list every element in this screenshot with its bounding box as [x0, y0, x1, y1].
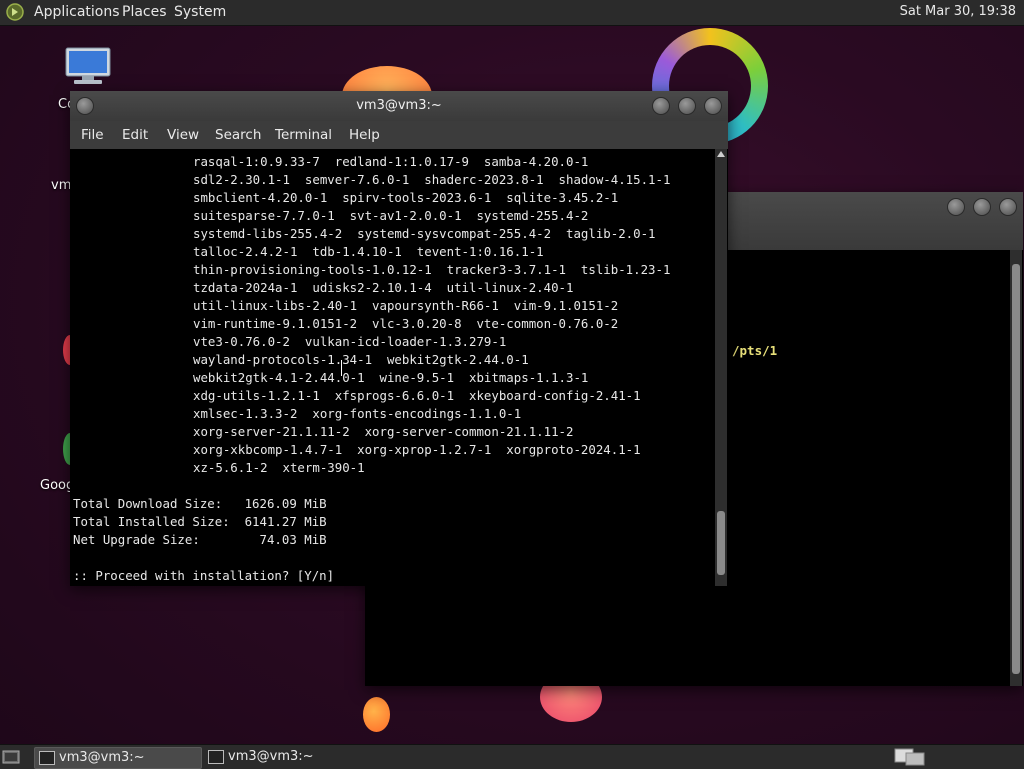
close-button[interactable]: [704, 97, 722, 115]
terminal-line: webkit2gtk-4.1-2.44.0-1 wine-9.5-1 xbitm…: [193, 370, 589, 385]
menu-terminal[interactable]: Terminal: [275, 127, 332, 143]
terminal-line: xmlsec-1.3.3-2 xorg-fonts-encodings-1.1.…: [193, 406, 522, 421]
terminal-line: tzdata-2024a-1 udisks2-2.10.1-4 util-lin…: [193, 280, 574, 295]
desktop-icon-label[interactable]: vm: [51, 178, 71, 193]
upgrade-size-line: Net Upgrade Size: 74.03 MiB: [73, 532, 327, 547]
wallpaper-blob: [363, 697, 390, 732]
show-desktop-icon[interactable]: [2, 748, 20, 765]
menu-places[interactable]: Places: [122, 4, 167, 20]
clock[interactable]: Sat Mar 30, 19:38: [900, 4, 1016, 19]
terminal-menubar: File Edit View Search Terminal Help: [70, 121, 728, 149]
terminal-line: xdg-utils-1.2.1-1 xfsprogs-6.6.0-1 xkeyb…: [193, 388, 641, 403]
computer-icon[interactable]: [64, 46, 112, 86]
minimize-button[interactable]: [947, 198, 965, 216]
terminal-line: vim-runtime-9.1.0151-2 vlc-3.0.20-8 vte-…: [193, 316, 619, 331]
menu-view[interactable]: View: [167, 127, 199, 143]
scrollbar-thumb[interactable]: [1012, 264, 1020, 674]
taskbar-item-active[interactable]: vm3@vm3:~: [34, 747, 202, 769]
minimize-button[interactable]: [652, 97, 670, 115]
menu-search[interactable]: Search: [215, 127, 261, 143]
scrollbar-thumb[interactable]: [717, 511, 725, 575]
terminal-line: sdl2-2.30.1-1 semver-7.6.0-1 shaderc-202…: [193, 172, 671, 187]
terminal-line: suitesparse-7.7.0-1 svt-av1-2.0.0-1 syst…: [193, 208, 589, 223]
maximize-button[interactable]: [973, 198, 991, 216]
scrollbar[interactable]: [1010, 250, 1022, 686]
terminal-line: thin-provisioning-tools-1.0.12-1 tracker…: [193, 262, 671, 277]
scrollbar[interactable]: [715, 149, 727, 586]
terminal-icon: [208, 750, 224, 764]
window-title: vm3@vm3:~: [356, 98, 442, 113]
menu-file[interactable]: File: [81, 127, 104, 143]
taskbar-item-label: vm3@vm3:~: [228, 749, 314, 764]
terminal-line: talloc-2.4.2-1 tdb-1.4.10-1 tevent-1:0.1…: [193, 244, 544, 259]
top-panel: Applications Places System Sat Mar 30, 1…: [0, 0, 1024, 26]
mouse-ibeam-cursor: [341, 360, 342, 376]
maximize-button[interactable]: [678, 97, 696, 115]
menu-system[interactable]: System: [174, 4, 226, 20]
workspace-switcher-icon[interactable]: [894, 748, 926, 766]
taskbar-item-label: vm3@vm3:~: [59, 750, 145, 765]
menu-edit[interactable]: Edit: [122, 127, 148, 143]
terminal-line: xorg-xkbcomp-1.4.7-1 xorg-xprop-1.2.7-1 …: [193, 442, 641, 457]
terminal-output[interactable]: rasqal-1:0.9.33-7 redland-1:1.0.17-9 sam…: [73, 152, 713, 582]
distro-logo-icon[interactable]: [6, 3, 24, 21]
terminal-line: wayland-protocols-1.34-1 webkit2gtk-2.44…: [193, 352, 529, 367]
terminal-line: xz-5.6.1-2 xterm-390-1: [193, 460, 365, 475]
terminal-text: /pts/1: [732, 343, 778, 358]
terminal-line: rasqal-1:0.9.33-7 redland-1:1.0.17-9 sam…: [193, 154, 589, 169]
terminal-line: xorg-server-21.1.11-2 xorg-server-common…: [193, 424, 574, 439]
window-titlebar[interactable]: vm3@vm3:~: [70, 91, 728, 121]
menu-applications[interactable]: Applications: [34, 4, 120, 20]
install-prompt: :: Proceed with installation? [Y/n]: [73, 568, 335, 582]
terminal-line: util-linux-libs-2.40-1 vapoursynth-R66-1…: [193, 298, 619, 313]
installed-size-line: Total Installed Size: 6141.27 MiB: [73, 514, 327, 529]
bottom-panel: vm3@vm3:~ vm3@vm3:~: [0, 744, 1024, 769]
taskbar-item[interactable]: vm3@vm3:~: [204, 747, 370, 767]
menu-help[interactable]: Help: [349, 127, 380, 143]
close-button[interactable]: [999, 198, 1017, 216]
terminal-icon: [39, 751, 55, 765]
terminal-line: vte3-0.76.0-2 vulkan-icd-loader-1.3.279-…: [193, 334, 507, 349]
terminal-line: smbclient-4.20.0-1 spirv-tools-2023.6-1 …: [193, 190, 619, 205]
download-size-line: Total Download Size: 1626.09 MiB: [73, 496, 327, 511]
scroll-up-arrow-icon[interactable]: [717, 151, 725, 157]
terminal-line: systemd-libs-255.4-2 systemd-sysvcompat-…: [193, 226, 656, 241]
